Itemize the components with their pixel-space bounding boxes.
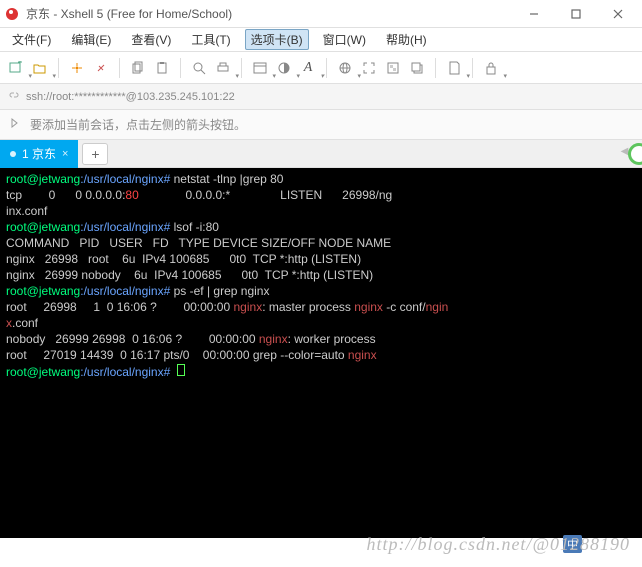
tip-bar: 要添加当前会话，点击左侧的箭头按钮。 bbox=[0, 110, 642, 140]
update-bubble-icon[interactable] bbox=[628, 143, 642, 165]
menu-help[interactable]: 帮助(H) bbox=[380, 29, 433, 50]
find-button[interactable] bbox=[189, 58, 209, 78]
transparent-button[interactable] bbox=[383, 58, 403, 78]
menubar: 文件(F) 编辑(E) 查看(V) 工具(T) 选项卡(B) 窗口(W) 帮助(… bbox=[0, 28, 642, 52]
copy-button[interactable] bbox=[128, 58, 148, 78]
separator bbox=[326, 58, 327, 78]
add-tab-button[interactable]: + bbox=[82, 143, 108, 165]
menu-view[interactable]: 查看(V) bbox=[125, 29, 177, 50]
link-icon bbox=[8, 89, 20, 104]
lock-button[interactable] bbox=[481, 58, 501, 78]
reconnect-button[interactable] bbox=[67, 58, 87, 78]
paste-button[interactable] bbox=[152, 58, 172, 78]
menu-file[interactable]: 文件(F) bbox=[6, 29, 57, 50]
script-button[interactable] bbox=[444, 58, 464, 78]
tab-status-icon bbox=[10, 151, 16, 157]
arrow-icon[interactable] bbox=[8, 116, 22, 133]
font-button[interactable]: A bbox=[298, 58, 318, 78]
window-title: 京东 - Xshell 5 (Free for Home/School) bbox=[26, 5, 514, 22]
window-controls bbox=[514, 2, 638, 26]
watermark: http://blog.csdn.net/@01288190 bbox=[366, 534, 630, 555]
separator bbox=[180, 58, 181, 78]
menu-edit[interactable]: 编辑(E) bbox=[65, 29, 117, 50]
new-session-button[interactable] bbox=[6, 58, 26, 78]
titlebar: 京东 - Xshell 5 (Free for Home/School) bbox=[0, 0, 642, 28]
tab-active[interactable]: 1 京东 × bbox=[0, 140, 78, 168]
tab-label: 1 京东 bbox=[22, 145, 56, 162]
close-button[interactable] bbox=[598, 2, 638, 26]
separator bbox=[119, 58, 120, 78]
ontop-button[interactable] bbox=[407, 58, 427, 78]
address-bar: ssh://root:************@103.235.245.101:… bbox=[0, 84, 642, 110]
separator bbox=[241, 58, 242, 78]
disconnect-button[interactable] bbox=[91, 58, 111, 78]
maximize-button[interactable] bbox=[556, 2, 596, 26]
print-button[interactable] bbox=[213, 58, 233, 78]
separator bbox=[472, 58, 473, 78]
menu-window[interactable]: 窗口(W) bbox=[317, 29, 372, 50]
app-icon bbox=[4, 6, 20, 22]
tab-close-icon[interactable]: × bbox=[62, 148, 68, 160]
address-text[interactable]: ssh://root:************@103.235.245.101:… bbox=[26, 91, 235, 103]
tip-text: 要添加当前会话，点击左侧的箭头按钮。 bbox=[30, 116, 246, 133]
properties-button[interactable] bbox=[250, 58, 270, 78]
menu-tools[interactable]: 工具(T) bbox=[185, 29, 236, 50]
colorscheme-button[interactable] bbox=[274, 58, 294, 78]
open-session-button[interactable] bbox=[30, 58, 50, 78]
separator bbox=[435, 58, 436, 78]
toolbar: A bbox=[0, 52, 642, 84]
fullscreen-button[interactable] bbox=[359, 58, 379, 78]
menu-tabs[interactable]: 选项卡(B) bbox=[245, 29, 309, 50]
tabs-bar: 1 京东 × + ◀ ▶ bbox=[0, 140, 642, 168]
cursor bbox=[177, 364, 185, 376]
encoding-button[interactable] bbox=[335, 58, 355, 78]
terminal[interactable]: root@jetwang:/usr/local/nginx# netstat -… bbox=[0, 168, 642, 538]
separator bbox=[58, 58, 59, 78]
minimize-button[interactable] bbox=[514, 2, 554, 26]
